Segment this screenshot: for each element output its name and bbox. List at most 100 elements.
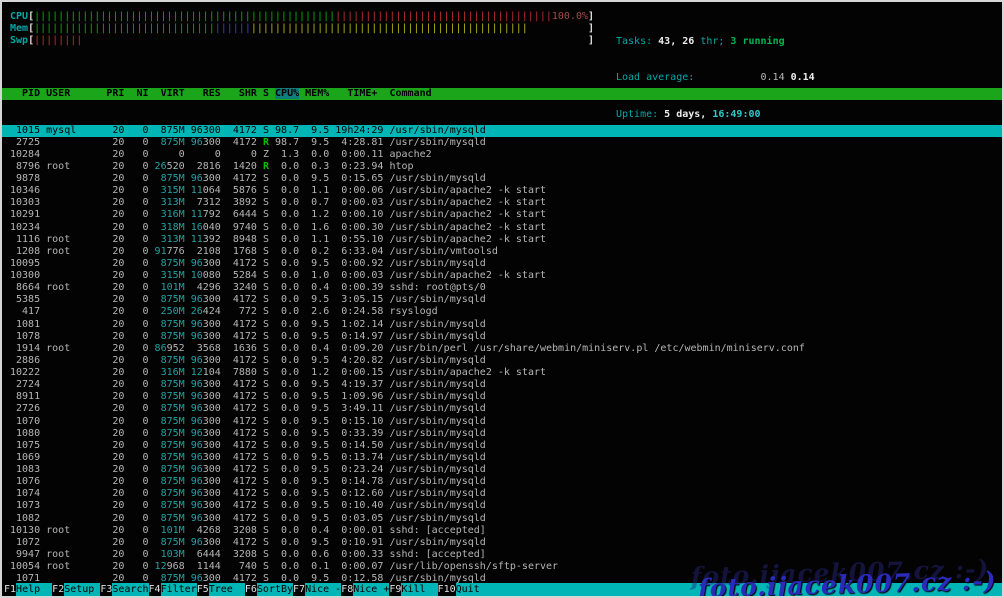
cell-pri: 20 xyxy=(106,245,125,257)
process-row[interactable]: 10284 20 0 0 0 0 Z 1.3 0.0 0:00.11 apach… xyxy=(2,149,1002,161)
process-row[interactable]: 1070 20 0 875M 96300 4172 S 0.0 9.5 0:15… xyxy=(2,416,1002,428)
process-row[interactable]: 1914 root 20 0 86952 3568 1636 S 0.0 0.4… xyxy=(2,343,1002,355)
process-row[interactable]: 10346 20 0 315M 11064 5876 S 0.0 1.1 0:0… xyxy=(2,185,1002,197)
process-row[interactable]: 9947 root 20 0 103M 6444 3208 S 0.0 0.6 … xyxy=(2,549,1002,561)
cell-time: 0:00.33 xyxy=(335,548,384,560)
column-header-user[interactable]: USER xyxy=(46,88,100,99)
process-row[interactable]: 1083 20 0 875M 96300 4172 S 0.0 9.5 0:23… xyxy=(2,464,1002,476)
cell-command: /usr/sbin/mysqld xyxy=(389,488,486,500)
fkey-filter[interactable]: F4 Filter xyxy=(149,583,197,596)
process-row[interactable]: 8796 root 20 0 26520 2816 1420 R 0.0 0.3… xyxy=(2,161,1002,173)
cell-pid: 1015 xyxy=(10,124,41,136)
watermark-text: foto.ijacek007.cz :-) xyxy=(698,566,998,598)
cell-virt: 875M xyxy=(154,427,185,439)
process-row[interactable]: 1082 20 0 875M 96300 4172 S 0.0 9.5 0:03… xyxy=(2,513,1002,525)
process-row[interactable]: 10291 20 0 316M 11792 6444 S 0.0 1.2 0:0… xyxy=(2,209,1002,221)
process-row[interactable]: 1069 20 0 875M 96300 4172 S 0.0 9.5 0:13… xyxy=(2,452,1002,464)
column-header-shr[interactable]: SHR xyxy=(227,88,257,99)
process-row[interactable]: 1080 20 0 875M 96300 4172 S 0.0 9.5 0:33… xyxy=(2,428,1002,440)
cell-mem: 9.5 xyxy=(305,124,330,136)
cell-res: 96 xyxy=(190,476,203,488)
column-header-res[interactable]: RES xyxy=(191,88,221,99)
process-row[interactable]: 5385 20 0 875M 96300 4172 S 0.0 9.5 3:05… xyxy=(2,294,1002,306)
cell-res: 2816 xyxy=(190,160,221,172)
column-header-mem[interactable]: MEM% xyxy=(305,88,329,99)
column-header-command[interactable]: Command xyxy=(389,88,431,99)
fkey-tree[interactable]: F5 Tree xyxy=(197,583,245,596)
cell-shr: 3892 xyxy=(226,197,257,209)
column-header-virt[interactable]: VIRT xyxy=(155,88,185,99)
fkey-sortby[interactable]: F6 SortBy xyxy=(245,583,294,596)
process-row[interactable]: 10303 20 0 313M 7312 3892 S 0.0 0.7 0:00… xyxy=(2,197,1002,209)
cell-virt: 875M xyxy=(154,173,185,184)
cell-user xyxy=(46,367,100,378)
process-row[interactable]: 1015 mysql 20 0 875M 96300 4172 S 98.7 9… xyxy=(2,124,1002,137)
cell-time: 4:28.81 xyxy=(335,136,384,148)
process-row[interactable]: 9878 20 0 875M 96300 4172 S 0.0 9.5 0:15… xyxy=(2,173,1002,185)
fkey-number: F8 xyxy=(341,584,354,595)
column-header-ni[interactable]: NI xyxy=(130,88,148,99)
process-row[interactable]: 2726 20 0 875M 96300 4172 S 0.0 9.5 3:49… xyxy=(2,403,1002,415)
process-row[interactable]: 10222 20 0 316M 12104 7880 S 0.0 1.2 0:0… xyxy=(2,367,1002,379)
process-row[interactable]: 1208 root 20 0 91776 2108 1768 S 0.0 0.2… xyxy=(2,246,1002,258)
fkey-nice-[interactable]: F7 Nice - xyxy=(293,583,342,596)
running-count: 3 running xyxy=(730,36,785,48)
process-row[interactable]: 2886 20 0 875M 96300 4172 S 0.0 9.5 4:20… xyxy=(2,355,1002,367)
cell-res: 96 xyxy=(190,451,203,463)
bracket-close: ] xyxy=(588,11,595,22)
cell-command: rsyslogd xyxy=(389,306,438,318)
process-row[interactable]: 10095 20 0 875M 96300 4172 S 0.0 9.5 0:0… xyxy=(2,258,1002,270)
process-row[interactable]: 1076 20 0 875M 96300 4172 S 0.0 9.5 0:14… xyxy=(2,476,1002,488)
cell-command: /usr/sbin/mysqld xyxy=(389,136,486,148)
cell-res: 11 xyxy=(190,233,203,245)
cell-shr: 4172 xyxy=(226,415,257,427)
cell-shr: 1768 xyxy=(226,245,257,257)
cell-time: 0:14.50 xyxy=(335,439,384,451)
cell-time: 0:00.07 xyxy=(335,561,384,572)
process-row[interactable]: 10300 20 0 315M 10080 5284 S 0.0 1.0 0:0… xyxy=(2,270,1002,282)
cell-shr: 4172 xyxy=(226,439,257,451)
column-header-time[interactable]: TIME+ xyxy=(335,88,383,99)
process-row[interactable]: 1072 20 0 875M 96300 4172 S 0.0 9.5 0:10… xyxy=(2,537,1002,549)
cell-command: /usr/sbin/apache2 -k start xyxy=(389,185,547,197)
fkey-setup[interactable]: F2 Setup xyxy=(52,583,101,596)
cell-virt: 875M xyxy=(154,403,185,415)
column-header-cpu[interactable]: CPU% xyxy=(275,88,300,100)
cell-time: 1:02.14 xyxy=(335,318,384,330)
cell-pid: 10291 xyxy=(10,209,41,221)
cell-ni: 0 xyxy=(130,306,149,318)
process-row[interactable]: 1078 20 0 875M 96300 4172 S 0.0 9.5 0:14… xyxy=(2,331,1002,343)
cell-pri: 20 xyxy=(106,221,125,233)
process-row[interactable]: 417 20 0 250M 26424 772 S 0.0 2.6 0:24.5… xyxy=(2,306,1002,318)
mem-meter-yellow-segment: ||||||||||||||||||||||||||||||||||||||||… xyxy=(250,23,528,35)
cell-time: 19h24:29 xyxy=(335,124,384,136)
process-row[interactable]: 1116 root 20 0 313M 11392 8948 S 0.0 1.1… xyxy=(2,234,1002,246)
process-row[interactable]: 1075 20 0 875M 96300 4172 S 0.0 9.5 0:14… xyxy=(2,440,1002,452)
column-header-pri[interactable]: PRI xyxy=(106,88,124,99)
cell-command: /usr/sbin/mysqld xyxy=(389,500,486,512)
cell-res: 96 xyxy=(190,500,203,512)
process-row[interactable]: 2724 20 0 875M 96300 4172 S 0.0 9.5 4:19… xyxy=(2,379,1002,391)
cell-virt: 875M xyxy=(154,488,185,500)
process-row[interactable]: 1081 20 0 875M 96300 4172 S 0.0 9.5 1:02… xyxy=(2,319,1002,331)
fkey-help[interactable]: F1 Help xyxy=(4,583,53,596)
cell-shr: 4172 xyxy=(226,500,257,512)
cell-res: 300 xyxy=(202,500,221,512)
process-row[interactable]: 2725 20 0 875M 96300 4172 R 98.7 9.5 4:2… xyxy=(2,137,1002,149)
process-row[interactable]: 8911 20 0 875M 96300 4172 S 0.0 9.5 1:09… xyxy=(2,391,1002,403)
cell-pri: 20 xyxy=(106,512,125,524)
cell-pri: 20 xyxy=(106,270,125,281)
cell-time: 6:33.04 xyxy=(335,245,384,257)
process-row[interactable]: 8664 root 20 0 101M 4296 3240 S 0.0 0.4 … xyxy=(2,282,1002,294)
process-row[interactable]: 1074 20 0 875M 96300 4172 S 0.0 9.5 0:12… xyxy=(2,488,1002,500)
column-header-pid[interactable]: PID xyxy=(10,88,40,99)
cell-ni: 0 xyxy=(130,548,149,560)
fkey-search[interactable]: F3 Search xyxy=(100,583,149,596)
cell-time: 4:20.82 xyxy=(335,354,384,366)
fkey-kill[interactable]: F9 Kill xyxy=(389,583,438,596)
process-row[interactable]: 1073 20 0 875M 96300 4172 S 0.0 9.5 0:10… xyxy=(2,500,1002,512)
cell-mem: 9.5 xyxy=(305,512,330,524)
process-row[interactable]: 10234 20 0 318M 16040 9740 S 0.0 1.6 0:0… xyxy=(2,222,1002,234)
fkey-nice-[interactable]: F8 Nice + xyxy=(341,583,390,596)
process-row[interactable]: 10130 root 20 0 101M 4268 3208 S 0.0 0.4… xyxy=(2,525,1002,537)
